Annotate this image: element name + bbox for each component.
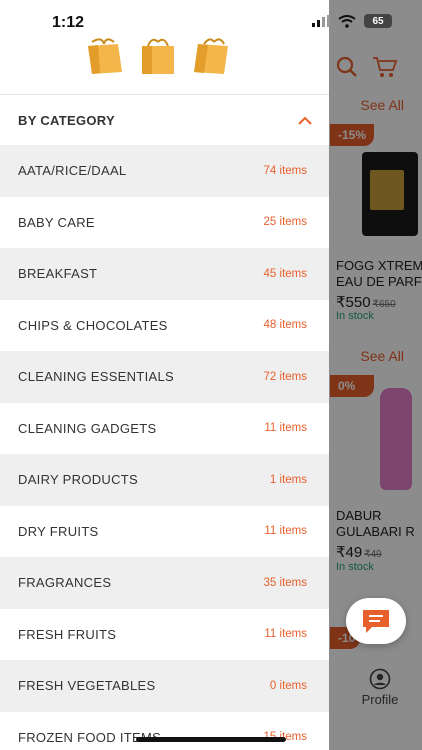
category-item[interactable]: FRESH VEGETABLES 0 items	[0, 660, 329, 712]
signal-icon	[312, 15, 330, 27]
category-item[interactable]: BREAKFAST 45 items	[0, 248, 329, 300]
category-count: 1 items	[269, 473, 307, 486]
category-count: 48 items	[263, 319, 307, 332]
category-item[interactable]: BABY CARE 25 items	[0, 197, 329, 249]
chevron-up-icon[interactable]	[297, 116, 313, 126]
category-section-header[interactable]: BY CATEGORY	[0, 96, 329, 145]
category-name: CHIPS & CHOCOLATES	[18, 317, 168, 333]
category-count: 74 items	[263, 164, 307, 177]
status-bar: 1:12 65	[0, 0, 422, 44]
category-name: FRESH VEGETABLES	[18, 678, 156, 694]
category-list: AATA/RICE/DAAL 74 items BABY CARE 25 items…	[0, 145, 329, 750]
status-time: 1:12	[52, 14, 85, 31]
category-count: 11 items	[264, 628, 307, 641]
battery-icon: 65	[364, 14, 392, 28]
category-item[interactable]: FRAGRANCES 35 items	[0, 557, 329, 609]
category-name: FRAGRANCES	[18, 575, 112, 591]
chat-icon	[363, 610, 389, 633]
category-name: CLEANING GADGETS	[18, 420, 157, 436]
category-item[interactable]: CLEANING GADGETS 11 items	[0, 403, 329, 455]
chat-button[interactable]	[346, 598, 406, 644]
category-name: FRESH FRUITS	[18, 626, 117, 642]
category-item[interactable]: FROZEN FOOD ITEMS15 items	[0, 712, 329, 750]
category-count: 35 items	[263, 576, 307, 589]
category-name: DAIRY PRODUCTS	[18, 472, 139, 488]
status-icons: 65	[312, 14, 392, 28]
category-title: BY CATEGORY	[18, 113, 115, 128]
category-name: DRY FRUITS	[18, 523, 99, 539]
category-count: 11 items	[264, 525, 307, 538]
category-item[interactable]: AATA/RICE/DAAL 74 items	[0, 145, 329, 197]
category-name: BABY CARE	[18, 214, 95, 230]
category-item[interactable]: FRESH FRUITS 11 items	[0, 609, 329, 661]
category-item[interactable]: CHIPS & CHOCOLATES 48 items	[0, 300, 329, 352]
category-item[interactable]: DAIRY PRODUCTS 1 items	[0, 454, 329, 506]
category-item[interactable]: DRY FRUITS 11 items	[0, 506, 329, 558]
category-count: 0 items	[269, 679, 307, 692]
category-name: BREAKFAST	[18, 266, 98, 282]
category-count: 11 items	[264, 422, 307, 435]
category-name: AATA/RICE/DAAL	[18, 163, 127, 179]
home-indicator	[136, 737, 286, 742]
category-count: 72 items	[263, 370, 307, 383]
category-name: CLEANING ESSENTIALS	[18, 369, 174, 385]
category-drawer: BY CATEGORY AATA/RICE/DAAL 74 items BABY …	[0, 0, 329, 750]
wifi-icon	[338, 14, 356, 28]
divider	[0, 94, 329, 95]
category-item[interactable]: CLEANING ESSENTIALS 72 items	[0, 351, 329, 403]
category-count: 25 items	[263, 216, 307, 229]
category-count: 45 items	[263, 267, 307, 280]
